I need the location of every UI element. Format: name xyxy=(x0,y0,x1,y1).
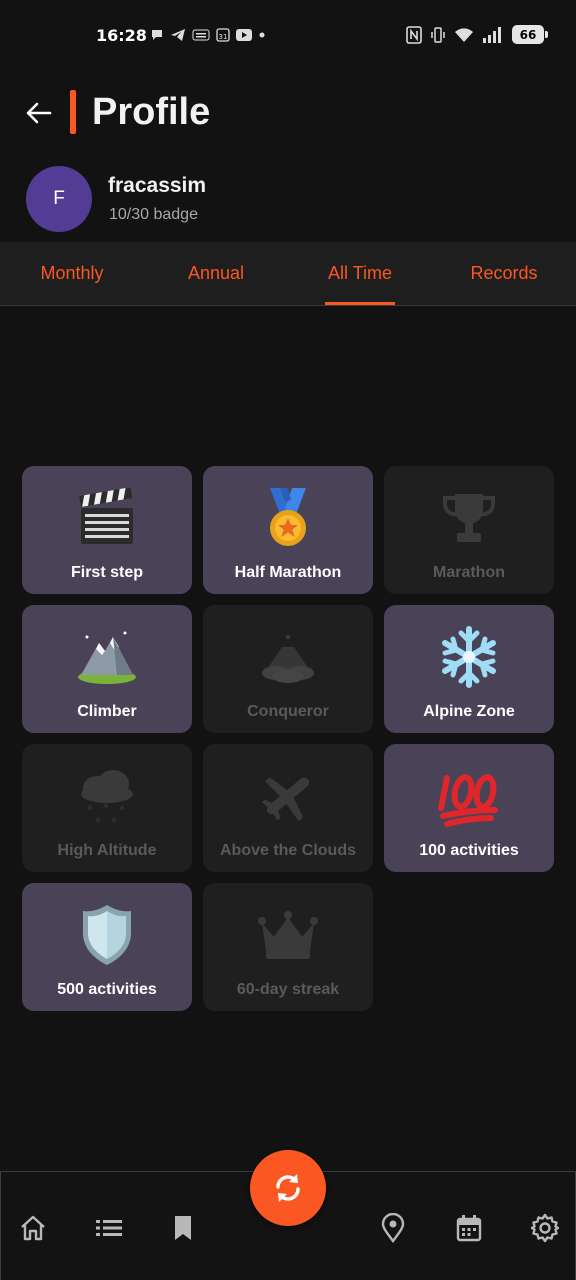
badge-label: High Altitude xyxy=(57,842,157,859)
vibrate-icon xyxy=(431,26,445,43)
status-bar: 16:28 31 66 xyxy=(0,0,576,72)
badge-card-500-activities[interactable]: 500 activities xyxy=(22,883,192,1011)
hundred-points-icon xyxy=(435,762,503,830)
signal-icon xyxy=(483,26,501,43)
badge-label: Alpine Zone xyxy=(423,703,515,720)
svg-text:*: * xyxy=(119,803,125,817)
svg-text:*: * xyxy=(103,801,109,815)
home-icon[interactable] xyxy=(13,1208,53,1248)
badge-label: 500 activities xyxy=(57,981,157,998)
tab-label: Monthly xyxy=(40,263,104,283)
badge-grid: First step Half Marathon Marathon Climbe… xyxy=(22,466,554,1011)
app-header: Profile xyxy=(0,88,576,138)
nfc-icon xyxy=(406,25,422,44)
tab-monthly[interactable]: Monthly xyxy=(0,242,144,305)
badge-card-conqueror[interactable]: Conqueror xyxy=(203,605,373,733)
badge-card-marathon[interactable]: Marathon xyxy=(384,466,554,594)
crown-icon xyxy=(254,901,322,969)
calendar-icon[interactable] xyxy=(449,1208,489,1248)
notification-icons: 31 xyxy=(150,27,266,42)
snowflake-icon xyxy=(435,623,503,691)
chat-bubble-icon xyxy=(152,29,162,40)
mountain-icon xyxy=(73,623,141,691)
avatar-letter: F xyxy=(53,188,65,209)
sync-icon xyxy=(276,1174,300,1202)
status-time: 16:28 xyxy=(96,26,147,45)
badge-label: Marathon xyxy=(433,564,505,581)
location-pin-icon[interactable] xyxy=(373,1208,413,1248)
badge-card-alpine-zone[interactable]: Alpine Zone xyxy=(384,605,554,733)
tab-records[interactable]: Records xyxy=(432,242,576,305)
badge-label: Climber xyxy=(77,703,137,720)
tab-all-time[interactable]: All Time xyxy=(288,242,432,305)
username: fracassim xyxy=(108,174,207,197)
badge-label: First step xyxy=(70,564,143,581)
badge-card-half-marathon[interactable]: Half Marathon xyxy=(203,466,373,594)
medal-icon xyxy=(254,484,322,552)
trophy-icon xyxy=(435,484,503,552)
system-icons: 66 xyxy=(406,25,548,44)
clapperboard-icon xyxy=(73,484,141,552)
page-title: Profile xyxy=(92,91,211,133)
tab-label: All Time xyxy=(327,263,392,283)
temu-icon xyxy=(192,29,210,40)
calendar-31-icon: 31 xyxy=(216,28,230,42)
tab-label: Records xyxy=(470,263,538,283)
badge-card-high-altitude[interactable]: * * * * * High Altitude xyxy=(22,744,192,872)
avatar[interactable]: F xyxy=(26,166,92,232)
svg-text:*: * xyxy=(95,815,101,828)
badge-card-above-the-clouds[interactable]: Above the Clouds xyxy=(203,744,373,872)
settings-gear-icon[interactable] xyxy=(525,1208,565,1248)
title-accent-bar xyxy=(70,90,76,134)
badge-card-60-day-streak[interactable]: 60-day streak xyxy=(203,883,373,1011)
badge-card-first-step[interactable]: First step xyxy=(22,466,192,594)
svg-text:*: * xyxy=(111,815,117,828)
badge-card-climber[interactable]: Climber xyxy=(22,605,192,733)
bookmark-icon[interactable] xyxy=(163,1208,203,1248)
snow-cloud-icon: * * * * * xyxy=(73,762,141,830)
battery-level: 66 xyxy=(519,27,537,42)
tab-annual[interactable]: Annual xyxy=(144,242,288,305)
badge-progress: 10/30 badge xyxy=(109,206,198,223)
back-arrow-icon xyxy=(26,102,52,124)
airplane-icon xyxy=(254,762,322,830)
badge-label: Half Marathon xyxy=(234,564,342,581)
dot-icon xyxy=(259,32,265,37)
badge-card-100-activities[interactable]: 100 activities xyxy=(384,744,554,872)
back-button[interactable] xyxy=(22,98,56,128)
list-icon[interactable] xyxy=(89,1208,129,1248)
youtube-icon xyxy=(236,28,252,41)
shield-icon xyxy=(73,901,141,969)
badge-label: Conqueror xyxy=(247,703,329,720)
period-tabs: Monthly Annual All Time Records xyxy=(0,242,576,306)
volcano-icon xyxy=(254,623,322,691)
battery-icon: 66 xyxy=(512,25,548,44)
tab-label: Annual xyxy=(187,263,245,283)
badge-label: Above the Clouds xyxy=(219,842,356,859)
telegram-icon xyxy=(171,28,185,41)
wifi-icon xyxy=(455,27,473,42)
badge-label: 100 activities xyxy=(419,842,519,859)
sync-button[interactable] xyxy=(250,1150,326,1226)
svg-text:*: * xyxy=(87,803,93,817)
svg-text:31: 31 xyxy=(219,33,228,41)
badge-label: 60-day streak xyxy=(236,981,340,998)
